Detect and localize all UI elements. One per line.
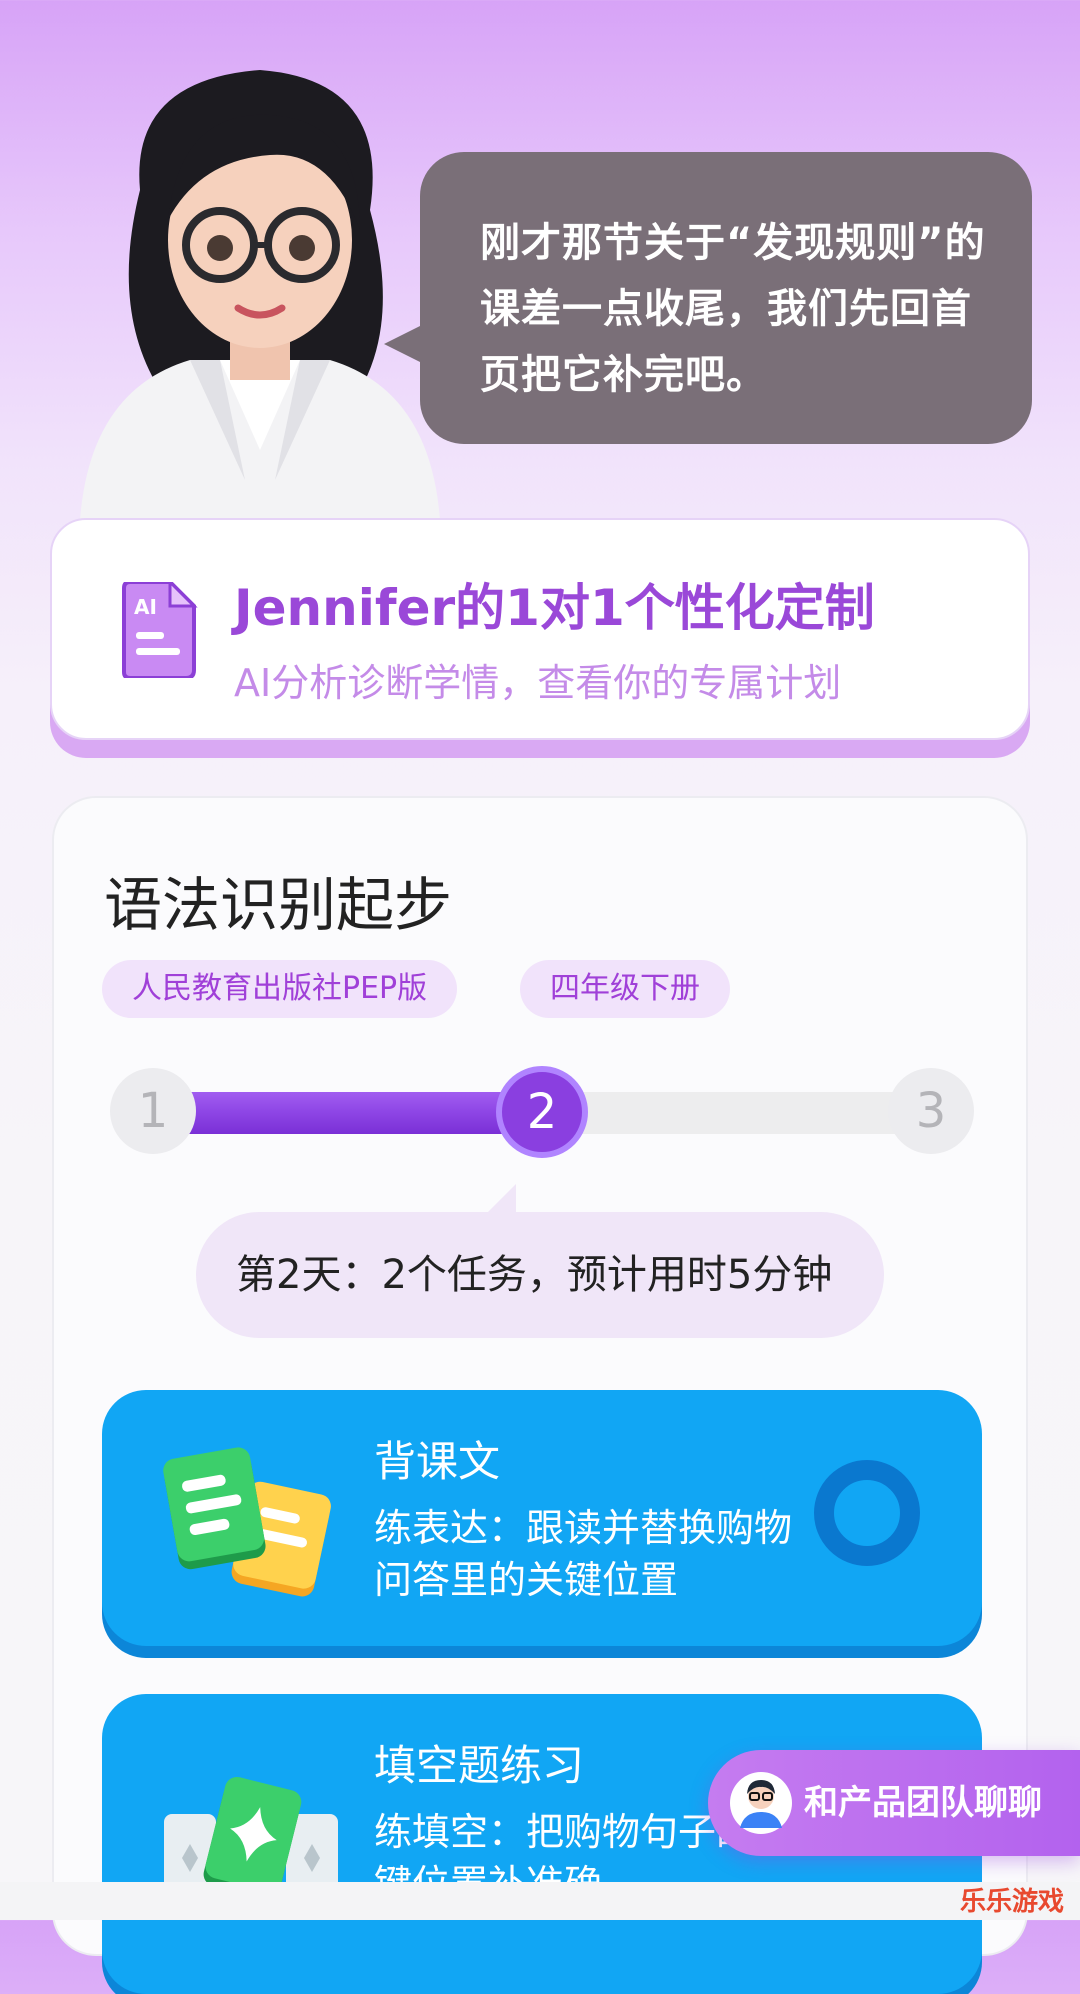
day-info-bubble: 第2天：2个任务，预计用时5分钟 [196,1184,884,1338]
watermark-logo: 乐乐游戏 [960,1887,1064,1917]
chat-button-label: 和产品团队聊聊 [804,1783,1042,1823]
teacher-speech-text: 刚才那节关于“发现规则”的课差一点收尾，我们先回首页把它补完吧。 [480,220,986,398]
plan-subtitle: AI分析诊断学情，查看你的专属计划 [234,661,842,705]
step-1[interactable]: 1 [110,1068,196,1154]
ai-icon-text: AI [134,595,157,619]
grade-tag: 四年级下册 [520,960,730,1018]
task-status-ring [814,1460,920,1566]
step-3[interactable]: 3 [888,1068,974,1154]
step-2-current[interactable]: 2 [496,1066,588,1158]
task-description: 练表达：跟读并替换购物问答里的关键位置 [374,1506,793,1602]
personalized-plan-card[interactable]: AI Jennifer的1对1个性化定制 AI分析诊断学情，查看你的专属计划 [50,518,1030,740]
task-title: 填空题练习 [374,1741,585,1790]
plan-title: Jennifer的1对1个性化定制 [234,579,875,637]
course-title: 语法识别起步 [104,871,453,939]
task-title: 背课文 [374,1437,501,1486]
watermark-text: 乐乐游戏 [960,1887,1064,1917]
teacher-speech-bubble: 刚才那节关于“发现规则”的课差一点收尾，我们先回首页把它补完吧。 [384,152,1032,444]
team-avatar-icon [730,1772,792,1834]
ai-document-icon: AI [122,582,198,678]
chat-with-team-button[interactable]: 和产品团队聊聊 [708,1750,1080,1856]
bottom-edge [0,1882,1080,1920]
flashcards-icon [163,1447,331,1597]
publisher-tag: 人民教育出版社PEP版 [102,960,458,1018]
teacher-avatar [80,70,440,520]
task-card-recite-text[interactable]: 背课文 练表达：跟读并替换购物问答里的关键位置 [102,1390,982,1646]
progress-fill [144,1092,534,1134]
